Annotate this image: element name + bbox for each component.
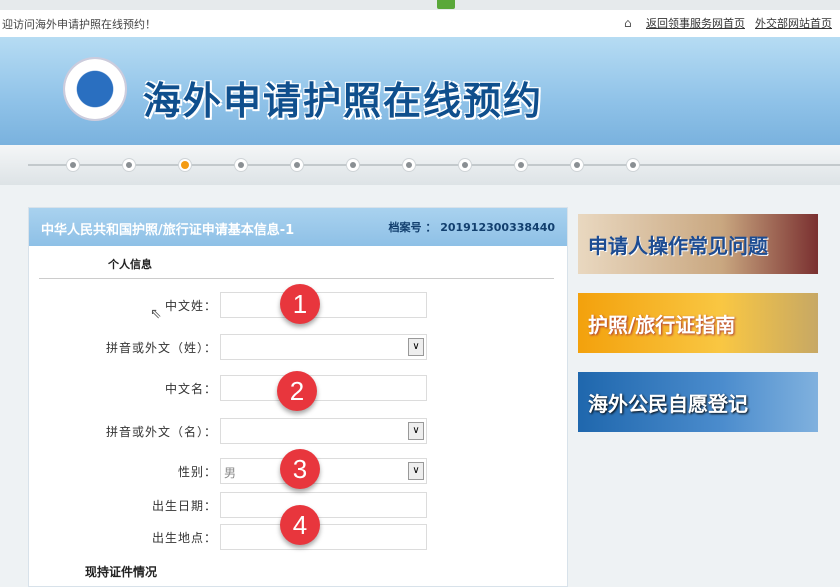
chevron-down-icon[interactable]: ∨ [408, 422, 424, 440]
birth-place-input[interactable] [220, 524, 427, 550]
step-8 [458, 158, 472, 172]
section-current-documents: 现持证件情况 [85, 565, 158, 579]
step-10 [570, 158, 584, 172]
welcome-text: 迎访问海外申请护照在线预约！ [2, 18, 156, 31]
mfa-home-link[interactable]: 外交部网站首页 [755, 15, 832, 31]
mouse-cursor-icon: ⇖ [150, 306, 162, 322]
form-title: 中华人民共和国护照/旅行证申请基本信息-1 [41, 223, 295, 238]
step-6 [346, 158, 360, 172]
section-personal-info: 个人信息 [108, 258, 152, 271]
step-2 [122, 158, 136, 172]
top-strip [0, 0, 840, 10]
row-pinyin-surname: 拼音或外文（姓）： ∨ [29, 334, 569, 360]
step-9 [514, 158, 528, 172]
case-number: 档案号 ： 201912300338440 [388, 221, 555, 234]
chinese-surname-input[interactable] [220, 292, 427, 318]
annotation-badge-4: 4 [280, 505, 320, 545]
annotation-badge-2: 2 [277, 371, 317, 411]
pinyin-surname-select[interactable]: ∨ [220, 334, 427, 360]
collapse-icon[interactable] [437, 0, 455, 9]
banner-title: 海外申请护照在线预约 [143, 78, 544, 123]
home-icon: ⌂ [624, 16, 632, 30]
passport-guide-banner-link[interactable]: 护照/旅行证指南 [578, 293, 818, 353]
chevron-down-icon[interactable]: ∨ [408, 462, 424, 480]
step-4 [234, 158, 248, 172]
step-1 [66, 158, 80, 172]
progress-steps [0, 145, 840, 185]
birth-date-input[interactable] [220, 492, 427, 518]
gender-value: 男 [224, 466, 237, 480]
step-5 [290, 158, 304, 172]
annotation-badge-3: 3 [280, 449, 320, 489]
gender-select[interactable]: 男 ∨ [220, 458, 427, 484]
chevron-down-icon[interactable]: ∨ [408, 338, 424, 356]
step-11 [626, 158, 640, 172]
top-bar: 迎访问海外申请护照在线预约！ ⌂ 返回领事服务网首页 外交部网站首页 [0, 10, 840, 37]
row-pinyin-name: 拼音或外文（名）： ∨ [29, 418, 569, 444]
step-7 [402, 158, 416, 172]
pinyin-name-select[interactable]: ∨ [220, 418, 427, 444]
annotation-badge-1: 1 [280, 284, 320, 324]
step-3-current [178, 158, 192, 172]
chinese-name-input[interactable] [220, 375, 427, 401]
banner: 海外申请护照在线预约 [0, 37, 840, 145]
citizen-registration-banner-link[interactable]: 海外公民自愿登记 [578, 372, 818, 432]
faq-banner-link[interactable]: 申请人操作常见问题 [578, 214, 818, 274]
divider [39, 278, 554, 279]
consular-logo [63, 57, 127, 121]
consular-home-link[interactable]: 返回领事服务网首页 [646, 15, 745, 31]
